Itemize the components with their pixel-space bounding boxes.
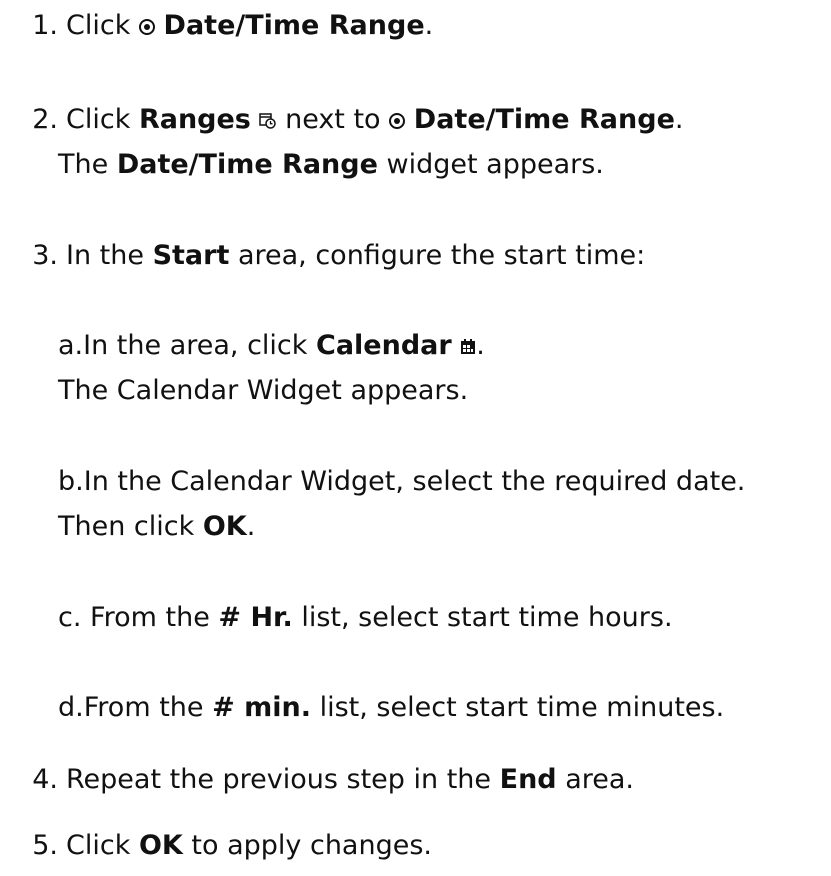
- step-2: 2. Click Ranges next to Date/Time Range.: [0, 100, 683, 140]
- substep-b-line2: Then click OK.: [58, 511, 256, 542]
- step-5: 5. Click OK to apply changes.: [0, 826, 432, 866]
- step-4: 4. Repeat the previous step in the End ar…: [0, 760, 634, 800]
- ranges-clock-icon: [259, 101, 277, 129]
- substep-c: c. From the # Hr. list, select start tim…: [58, 602, 673, 633]
- step-1: 1. Click Date/Time Range.: [0, 6, 433, 46]
- substep-a-result: The Calendar Widget appears.: [58, 375, 469, 406]
- step-number: 3.: [32, 240, 58, 271]
- end-area-label: End: [499, 764, 557, 795]
- calendar-icon: [460, 327, 476, 354]
- step-3: 3. In the Start area, configure the start…: [0, 236, 645, 276]
- substep-d: d.From the # min. list, select start tim…: [58, 692, 725, 723]
- ranges-label: Ranges: [138, 104, 251, 135]
- calendar-label: Calendar: [316, 330, 452, 361]
- step-2-result: The Date/Time Range widget appears.: [58, 149, 604, 180]
- ok-label: OK: [138, 830, 183, 861]
- instructions-document: 1. Click Date/Time Range. 2. Click Ranges …: [0, 0, 831, 876]
- step-number: 4.: [32, 764, 58, 795]
- substep-b: b.In the Calendar Widget, select the req…: [58, 466, 746, 497]
- min-list-label: # min.: [212, 692, 312, 723]
- step-number: 5.: [32, 830, 58, 861]
- date-time-range-label: Date/Time Range: [413, 104, 675, 135]
- hr-list-label: # Hr.: [218, 602, 293, 633]
- step-number: 1.: [32, 10, 58, 41]
- radio-button-icon: [389, 113, 406, 129]
- step-number: 2.: [32, 104, 58, 135]
- start-area-label: Start: [152, 240, 230, 271]
- substep-a: a.In the area, click Calendar .: [58, 326, 485, 366]
- radio-button-icon: [138, 19, 155, 35]
- date-time-range-label: Date/Time Range: [163, 10, 425, 41]
- ok-label: OK: [202, 511, 247, 542]
